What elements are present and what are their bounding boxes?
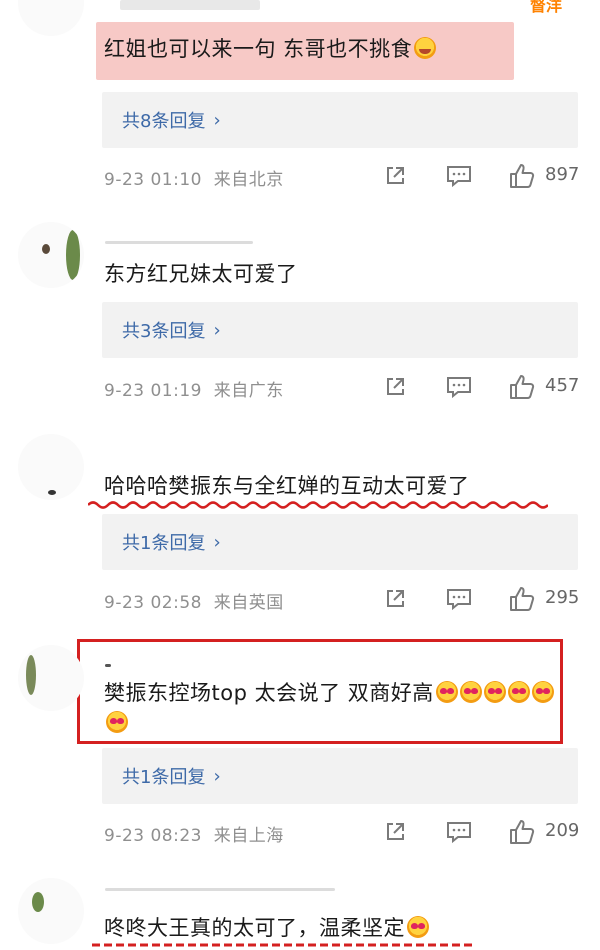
nickname-redacted (105, 241, 253, 244)
comment-icon[interactable] (446, 587, 472, 611)
share-icon[interactable] (383, 820, 407, 844)
comment-meta: 9-23 01:19 来自广东 (104, 381, 284, 401)
nickname-redacted (105, 888, 335, 891)
chevron-right-icon: › (213, 109, 221, 131)
author-badge: 督洋 (530, 0, 563, 15)
share-icon[interactable] (383, 375, 407, 399)
nickname-redacted (105, 664, 111, 667)
comment-meta: 9-23 08:23 来自上海 (104, 826, 284, 846)
like-icon[interactable] (508, 818, 536, 846)
chevron-right-icon: › (213, 765, 221, 787)
avatar[interactable] (18, 645, 84, 711)
replies-button[interactable]: 共1条回复 › (102, 514, 578, 570)
comment-text: 红姐也可以来一句 东哥也不挑食 (104, 33, 437, 63)
comment-meta: 9-23 02:58 来自英国 (104, 593, 284, 613)
like-count: 295 (545, 587, 580, 608)
emoji-icon (531, 681, 554, 703)
replies-count: 共1条回复 (122, 767, 206, 788)
like-count: 457 (545, 375, 580, 396)
share-icon[interactable] (383, 164, 407, 188)
comment-icon[interactable] (446, 375, 472, 399)
chevron-right-icon: › (213, 531, 221, 553)
like-icon[interactable] (508, 373, 536, 401)
share-icon[interactable] (383, 587, 407, 611)
like-icon[interactable] (508, 162, 536, 190)
emoji-icon (459, 681, 482, 703)
comment-meta: 9-23 01:10 来自北京 (104, 170, 284, 190)
comment-text: 咚咚大王真的太可了，温柔坚定 (104, 912, 429, 942)
avatar[interactable] (18, 878, 84, 944)
emoji-icon (483, 681, 506, 703)
replies-count: 共8条回复 (122, 111, 206, 132)
replies-button[interactable]: 共3条回复 › (102, 302, 578, 358)
emoji-icon (435, 681, 458, 703)
comment-text: 哈哈哈樊振东与全红婵的互动太可爱了 (104, 474, 470, 498)
blurred-nickname (120, 0, 260, 10)
replies-button[interactable]: 共8条回复 › (102, 92, 578, 148)
replies-button[interactable]: 共1条回复 › (102, 748, 578, 804)
comment-icon[interactable] (446, 164, 472, 188)
comment-text: 东方红兄妹太可爱了 (104, 262, 298, 286)
replies-count: 共1条回复 (122, 533, 206, 554)
avatar[interactable] (18, 222, 84, 288)
comment-icon[interactable] (446, 820, 472, 844)
avatar[interactable] (18, 434, 84, 500)
underline-mark (88, 501, 548, 509)
emoji-icon (507, 681, 530, 703)
top-strip: 督洋 (0, 0, 600, 15)
emoji-icon (414, 37, 437, 59)
emoji-icon (407, 916, 429, 938)
avatar[interactable] (18, 0, 84, 36)
like-icon[interactable] (508, 585, 536, 613)
chevron-right-icon: › (213, 319, 221, 341)
comment-text: 樊振东控场top 太会说了 双商好高 (104, 678, 564, 738)
replies-count: 共3条回复 (122, 321, 206, 342)
like-count: 209 (545, 820, 580, 841)
emoji-icon (106, 711, 128, 733)
like-count: 897 (545, 164, 580, 185)
